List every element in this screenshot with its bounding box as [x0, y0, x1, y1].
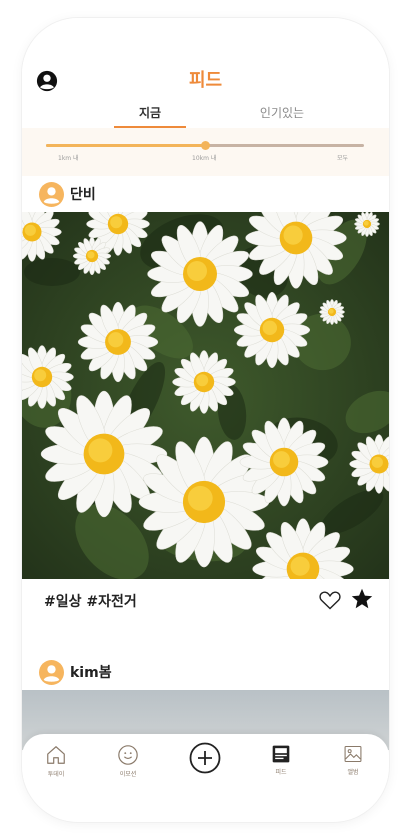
feed-icon — [272, 745, 290, 763]
daisy-flower — [72, 236, 112, 276]
daisy-flower — [319, 299, 345, 325]
nav-item-emotion[interactable]: 이모션 — [98, 744, 158, 778]
header: 피드 지금 인기있는 — [22, 18, 389, 128]
nav-label: 앨범 — [347, 769, 359, 776]
distance-slider-fill — [46, 144, 205, 147]
daisy-flower — [354, 212, 380, 237]
avatar-icon — [39, 659, 64, 685]
nav-label: 이모션 — [119, 771, 137, 778]
nav-item-feed[interactable]: 피드 — [251, 744, 311, 776]
distance-slider-handle[interactable] — [201, 141, 210, 150]
distance-label-all: 모두 — [337, 155, 349, 162]
daisy-flower — [172, 350, 236, 414]
daisy-flower — [239, 417, 329, 507]
avatar-icon — [39, 181, 64, 207]
daisy-flower — [147, 221, 253, 327]
post-tags: #일상 #자전거 — [44, 594, 137, 610]
bottom-nav: 투데이 이모션 피드 앨범 — [22, 734, 389, 822]
add-post-button[interactable] — [175, 742, 235, 774]
nav-item-album[interactable]: 앨범 — [323, 744, 383, 776]
smile-icon — [118, 745, 138, 765]
distance-slider[interactable] — [46, 141, 364, 150]
post-author[interactable]: 단비 — [39, 181, 96, 207]
post-author[interactable]: kim봄 — [39, 659, 112, 685]
post-photo[interactable] — [22, 212, 389, 579]
post-author-name: 단비 — [70, 187, 96, 203]
distance-label-1km: 1km 내 — [58, 155, 79, 162]
home-icon — [47, 746, 65, 764]
album-icon — [344, 745, 362, 763]
foliage-shape — [24, 258, 80, 286]
daisy-photo — [22, 212, 389, 579]
plus-circle-icon — [189, 742, 221, 774]
nav-label: 투데이 — [47, 771, 65, 778]
daisy-flower — [77, 301, 159, 383]
distance-label-10km: 10km 내 — [192, 155, 217, 162]
nav-item-today[interactable]: 투데이 — [26, 744, 86, 778]
nav-label: 피드 — [275, 769, 287, 776]
daisy-flower — [233, 291, 311, 369]
phone-screen: 피드 지금 인기있는 1km 내 10km 내 모두 단비 #일상 #자전거 k… — [22, 18, 389, 822]
star-icon[interactable] — [350, 587, 374, 611]
page-title: 피드 — [188, 70, 223, 91]
tab-now[interactable]: 지금 — [90, 104, 210, 121]
tab-popular[interactable]: 인기있는 — [222, 104, 342, 121]
heart-icon[interactable] — [318, 588, 342, 612]
post-author-name: kim봄 — [70, 665, 112, 681]
distance-filter: 1km 내 10km 내 모두 — [22, 128, 389, 176]
